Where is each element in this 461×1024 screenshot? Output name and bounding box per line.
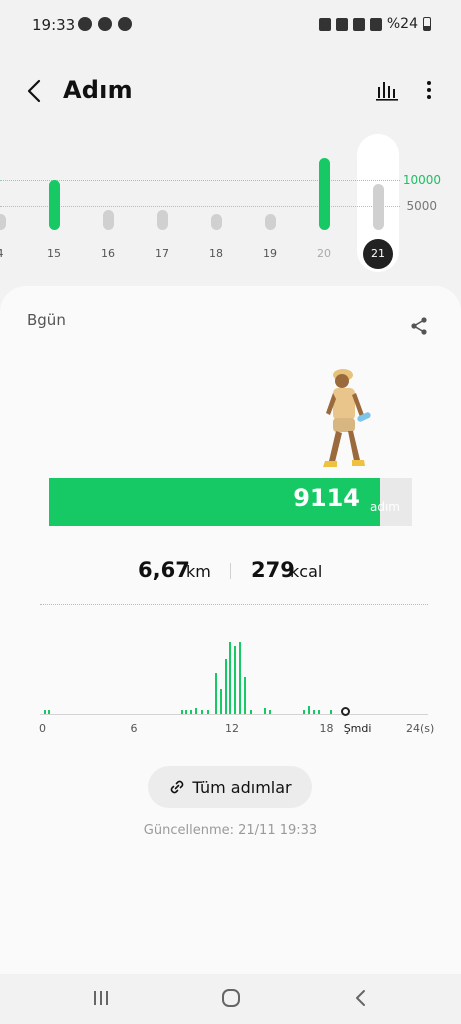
daily-goal-progress: 9114 adım [49,478,412,526]
page-title: Adım [63,76,133,104]
hour-bar [224,658,227,714]
shazam-icon [98,17,112,31]
mute-icon [335,17,348,31]
day-label-15[interactable]: 15 [39,247,69,260]
hour-bar [215,672,218,714]
day-label-16[interactable]: 16 [93,247,123,260]
hourly-steps-chart: 0 6 12 18 Şmdi 24(s) [36,596,436,746]
hour-bar [180,709,183,714]
hour-tick-label: 18 [319,722,334,735]
day-label-18[interactable]: 18 [201,247,231,260]
hour-bar [243,677,246,714]
day-bar-16[interactable] [102,209,114,230]
recent-apps-button[interactable] [89,986,113,1010]
day-label: Bgün [27,311,66,329]
today-card: Bgün 9114 adım 6,67 km 279 kcal 0 6 12 18 Şm… [0,286,461,974]
hour-tick-label: 12 [225,722,239,735]
calories-unit: kcal [290,562,323,581]
day-bar-20[interactable] [318,157,330,230]
day-bar-18[interactable] [210,214,222,230]
hour-bar [268,709,271,714]
hour-bar [201,709,204,714]
system-icons: %24 [318,16,431,32]
hour-bar [249,709,252,714]
bar-chart-icon[interactable] [375,78,399,102]
hourly-top-gridline [40,604,428,605]
steps-count: 9114 [293,484,360,512]
day-bar-21[interactable] [372,184,384,230]
hour-bar [185,709,188,714]
hour-bar [264,707,267,714]
home-button[interactable] [219,986,243,1010]
day-bar-19[interactable] [264,214,276,230]
day-label-4[interactable]: 4 [0,247,15,260]
midpoint-label: 5000 [406,199,437,213]
share-icon[interactable] [409,316,429,336]
alarm-icon [318,17,331,31]
day-bar-4[interactable] [0,214,6,230]
system-navigation-bar [0,974,461,1024]
hour-bar [229,642,232,714]
all-steps-button[interactable]: Tüm adımlar [148,766,312,808]
hour-bar [303,709,306,714]
signal-icon [369,17,382,31]
hour-tick-label: 0 [39,722,46,735]
all-steps-label: Tüm adımlar [192,777,292,797]
wifi-icon [352,17,365,31]
stat-divider [230,563,231,579]
hour-tick-label: Şmdi [343,722,372,735]
walking-person-illustration [323,369,371,467]
hour-bar [190,709,193,714]
day-bar-15[interactable] [48,179,60,230]
app-notification-icon [118,17,132,31]
last-updated-text: Güncellenme: 21/11 19:33 [143,823,318,838]
goal-line [0,180,400,181]
day-label-17[interactable]: 17 [147,247,177,260]
day-bar-17[interactable] [156,210,168,230]
hour-bar [308,705,311,714]
hourly-baseline [40,714,428,715]
hour-tick-label: 6 [130,722,138,735]
battery-percent: %24 [386,16,418,32]
steps-unit: adım [370,500,400,514]
notification-icons [78,17,132,31]
hour-bar [43,709,46,714]
distance-value: 6,67 [138,558,190,582]
midpoint-line [0,206,400,207]
hour-tick-label: 24(s) [406,722,435,735]
hour-bar [330,709,333,714]
summary-stats: 6,67 km 279 kcal [0,558,461,588]
day-label-20[interactable]: 20 [309,247,339,260]
hour-bar [219,689,222,714]
link-icon [171,780,184,794]
more-options-icon[interactable] [423,78,435,102]
status-bar: 19:33 %24 [0,0,461,52]
status-time: 19:33 [32,16,76,34]
hour-bar [312,709,315,714]
weekly-steps-chart[interactable]: 10000 5000 4 15 16 17 18 19 20 21 [0,130,461,280]
hour-bar [194,707,197,714]
hour-bar [238,642,241,714]
current-time-marker [341,707,350,716]
goal-label: 10000 [402,173,441,187]
hour-bar [48,709,51,714]
hour-bar [207,709,210,714]
hour-bar [317,709,320,714]
app-header: Adım [0,62,461,122]
hour-bar [234,646,237,714]
battery-icon [423,17,431,31]
back-button[interactable] [20,76,50,106]
notification-icon [78,17,92,31]
day-label-19[interactable]: 19 [255,247,285,260]
distance-unit: km [186,562,211,581]
back-nav-button[interactable] [349,986,373,1010]
calories-value: 279 [251,558,295,582]
day-label-21[interactable]: 21 [363,239,393,269]
